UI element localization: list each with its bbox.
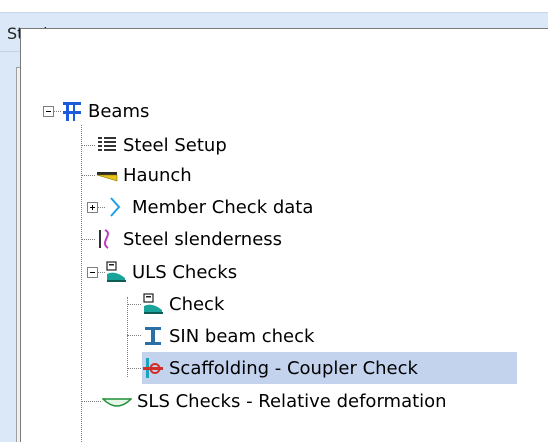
tree-item-member-check-data[interactable]: Member Check data: [105, 191, 313, 223]
tree-item-haunch[interactable]: Haunch: [96, 159, 192, 191]
tree-view[interactable]: Beams Steel Setup Haunch Member Check da…: [20, 28, 548, 442]
collapse-toggle-uls-checks[interactable]: [87, 267, 98, 278]
uls-checks-icon: [105, 261, 127, 283]
tree-line: [127, 368, 141, 369]
steel-slenderness-icon: [96, 228, 118, 250]
tree-line: [81, 125, 82, 442]
tree-item-sin-beam-check[interactable]: SIN beam check: [142, 320, 314, 352]
tree-item-label: Beams: [88, 100, 150, 122]
tree-line: [81, 401, 101, 402]
member-check-data-icon: [105, 196, 127, 218]
tree-item-label: ULS Checks: [132, 261, 238, 283]
tree-item-label: Member Check data: [132, 196, 314, 218]
tree-line: [97, 207, 105, 208]
tree-item-label: Check: [169, 293, 225, 315]
tree-line: [81, 239, 95, 240]
tree-line: [127, 297, 128, 377]
tree-line: [53, 111, 61, 112]
tree-item-label: Steel slenderness: [123, 228, 283, 250]
tree-item-label: Haunch: [123, 164, 192, 186]
tree-item-scaffolding-coupler-check[interactable]: Scaffolding - Coupler Check: [142, 352, 517, 384]
scaffolding-coupler-check-icon: [142, 357, 164, 379]
check-icon: [142, 293, 164, 315]
tree-item-beams[interactable]: Beams: [61, 95, 149, 127]
tree-item-label: SLS Checks - Relative deformation: [137, 390, 447, 412]
tree-item-label: SIN beam check: [169, 325, 315, 347]
beams-icon: [61, 100, 83, 122]
expand-toggle-member-check-data[interactable]: [87, 202, 98, 213]
tree-item-steel-slenderness[interactable]: Steel slenderness: [96, 223, 282, 255]
tree-item-check[interactable]: Check: [142, 288, 224, 320]
sin-beam-check-icon: [142, 325, 164, 347]
top-strip: [0, 0, 548, 12]
tree-item-label: Steel Setup: [123, 134, 227, 156]
sls-checks-icon: [102, 390, 132, 412]
tree-line: [127, 335, 141, 336]
tree-item-label: Scaffolding - Coupler Check: [169, 357, 418, 379]
tree-line: [81, 175, 95, 176]
tree-line: [97, 272, 105, 273]
haunch-icon: [96, 164, 118, 186]
tree-line: [127, 304, 141, 305]
tree-item-sls-checks[interactable]: SLS Checks - Relative deformation: [102, 385, 447, 417]
collapse-toggle-beams[interactable]: [43, 106, 54, 117]
tree-item-steel-setup[interactable]: Steel Setup: [96, 129, 227, 161]
steel-setup-icon: [96, 134, 118, 156]
tree-line: [81, 145, 95, 146]
tree-item-uls-checks[interactable]: ULS Checks: [105, 256, 237, 288]
